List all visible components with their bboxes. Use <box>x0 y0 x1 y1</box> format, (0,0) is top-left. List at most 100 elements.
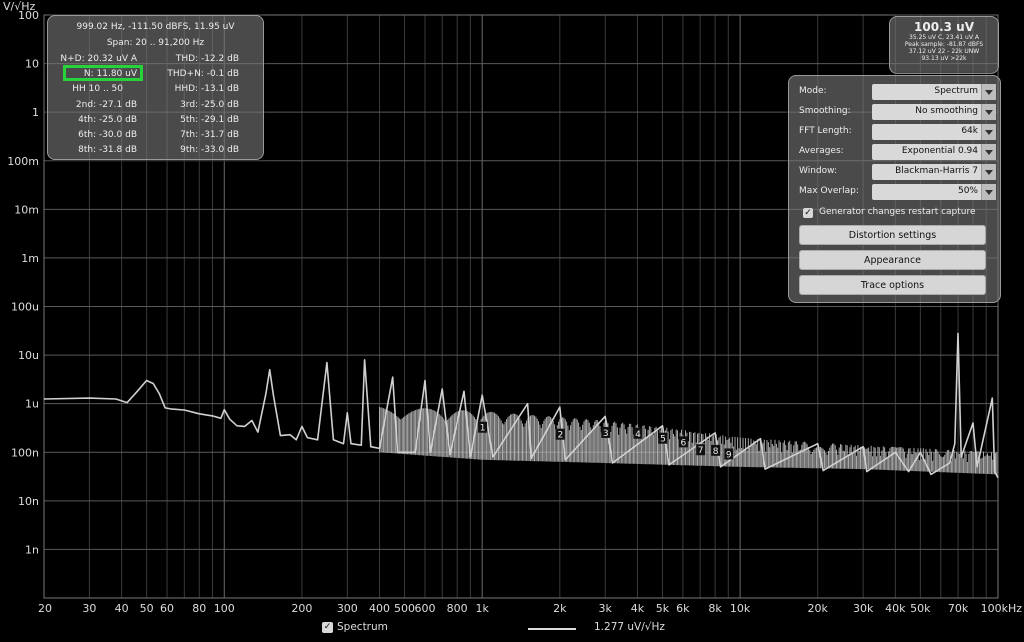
span-readout: Span: 20 .. 91,200 Hz <box>48 38 263 48</box>
info-left-cell: 4th: -25.0 dB <box>78 114 137 125</box>
x-tick-label: 600 <box>414 602 435 615</box>
x-tick-label: 800 <box>447 602 468 615</box>
info-right-cell: 9th: -33.0 dB <box>180 145 239 156</box>
y-tick-label: 10m <box>14 203 39 216</box>
chevron-down-icon[interactable] <box>981 124 996 140</box>
rms-detail-line: 35.25 uV C, 23.41 uV A <box>909 34 979 41</box>
x-tick-label: 6k <box>676 602 690 615</box>
setting-value: 50% <box>957 186 978 196</box>
x-tick-label: 8k <box>708 602 722 615</box>
rms-detail-line: Peak sample: -81.87 dBFS <box>904 41 984 48</box>
x-tick-label: 100kHz <box>981 602 1023 615</box>
appearance-button[interactable]: Appearance <box>799 250 986 270</box>
x-tick-labels: 20 30 40 50 60 80 100 200 300 400 500 600 800 1k 2k 3k 4… <box>38 602 1022 615</box>
rms-detail-line: 93.13 uV >22k <box>921 55 967 62</box>
setting-label: Max Overlap: <box>799 186 859 196</box>
spectrum-legend-value: 1.277 uV/√Hz <box>594 621 665 633</box>
setting-row: Averages: Exponential 0.94 <box>799 144 996 160</box>
harmonic-marker-label: 2 <box>557 431 563 441</box>
setting-value: Blackman-Harris 7 <box>895 166 978 176</box>
setting-select[interactable]: Spectrum <box>872 84 996 100</box>
x-tick-label: 200 <box>291 602 312 615</box>
x-tick-label: 40 <box>115 602 129 615</box>
x-tick-label: 3k <box>599 602 613 615</box>
info-left-cell: N+D: 20.32 uV A <box>60 54 137 64</box>
y-tick-label: 10 <box>25 58 39 71</box>
setting-value: 64k <box>961 126 978 136</box>
info-right-cell: 3rd: -25.0 dB <box>180 99 239 110</box>
harmonic-marker-label: 1 <box>480 424 486 434</box>
setting-select[interactable]: 50% <box>872 184 996 200</box>
y-axis-unit: V/√Hz <box>3 0 36 13</box>
settings-panel[interactable]: Mode: Spectrum Smoothing: No smoothing FFT L… <box>788 75 1001 303</box>
setting-row: Smoothing: No smoothing <box>799 104 996 120</box>
x-tick-label: 100 <box>214 602 235 615</box>
y-tick-label: 1n <box>25 543 39 556</box>
chevron-down-icon[interactable] <box>981 144 996 160</box>
setting-row: Max Overlap: 50% <box>799 184 996 200</box>
setting-label: Averages: <box>799 146 844 156</box>
x-tick-label: 60 <box>160 602 174 615</box>
x-tick-label: 80 <box>192 602 206 615</box>
y-tick-label: 100n <box>11 446 39 459</box>
trace-options-button[interactable]: Trace options <box>799 275 986 295</box>
harmonic-marker-label: 6 <box>681 438 687 448</box>
chevron-down-icon[interactable] <box>981 164 996 180</box>
y-tick-label: 1u <box>25 398 39 411</box>
chevron-down-icon[interactable] <box>981 104 996 120</box>
info-right-cell: 5th: -29.1 dB <box>180 114 239 125</box>
y-tick-label: 1 <box>32 106 39 119</box>
setting-label: Smoothing: <box>799 106 851 116</box>
rms-panel: 100.3 uV 35.25 uV C, 23.41 uV A Peak samp… <box>889 16 999 74</box>
setting-select[interactable]: Blackman-Harris 7 <box>872 164 996 180</box>
setting-value: Exponential 0.94 <box>901 146 978 156</box>
spectrum-legend-swatch <box>528 628 576 630</box>
info-left-cell: 8th: -31.8 dB <box>78 145 137 156</box>
setting-row: FFT Length: 64k <box>799 124 996 140</box>
x-tick-label: 4k <box>631 602 645 615</box>
info-right-cell: THD+N: -0.1 dB <box>167 69 239 80</box>
x-tick-label: 50 <box>140 602 154 615</box>
y-tick-label: 100u <box>11 301 39 314</box>
info-row: HH 10 .. 50 HHD: -13.1 dB <box>48 84 263 98</box>
info-right-cell: HHD: -13.1 dB <box>174 84 239 95</box>
rms-detail-lines: 35.25 uV C, 23.41 uV A Peak sample: -81.8… <box>890 34 998 62</box>
setting-select[interactable]: Exponential 0.94 <box>872 144 996 160</box>
x-tick-label: 20 <box>38 602 52 615</box>
setting-value: No smoothing <box>915 106 978 116</box>
span-label: Span: <box>106 38 133 48</box>
setting-label: Mode: <box>799 86 827 96</box>
x-tick-label: 2k <box>553 602 567 615</box>
x-tick-label: 400 <box>369 602 390 615</box>
x-tick-label: 20k <box>808 602 829 615</box>
span-value: 20 .. 91,200 Hz <box>135 38 205 48</box>
harmonic-marker-label: 8 <box>713 447 719 457</box>
info-left-cell: HH 10 .. 50 <box>72 84 123 95</box>
spectrum-legend-checkbox[interactable]: ✓ <box>322 622 333 633</box>
x-tick-label: 1k <box>475 602 489 615</box>
y-tick-label: 10u <box>18 349 39 362</box>
distortion-info-panel[interactable]: 999.02 Hz, -111.50 dBFS, 11.95 uV Span: … <box>47 15 264 160</box>
rms-detail-line: 37.12 uV 22 - 22k UNW <box>908 48 980 55</box>
harmonic-marker-label: 3 <box>603 429 609 439</box>
chevron-down-icon[interactable] <box>981 84 996 100</box>
x-tick-label: 30 <box>82 602 96 615</box>
y-tick-label: 1m <box>21 252 39 265</box>
rms-main-value: 100.3 uV <box>914 20 974 34</box>
generator-restart-checkbox[interactable]: ✓ <box>803 208 813 218</box>
info-row: 4th: -25.0 dB 5th: -29.1 dB <box>48 115 263 129</box>
setting-select[interactable]: No smoothing <box>872 104 996 120</box>
x-tick-label: 5k <box>656 602 670 615</box>
fundamental-readout: 999.02 Hz, -111.50 dBFS, 11.95 uV <box>76 22 235 32</box>
distortion-settings-button[interactable]: Distortion settings <box>799 225 986 245</box>
noise-highlight-box <box>63 65 143 81</box>
info-right-cell: 7th: -31.7 dB <box>180 130 239 140</box>
info-left-cell: 2nd: -27.1 dB <box>75 99 137 110</box>
harmonic-marker-label: 5 <box>660 435 666 445</box>
setting-label: FFT Length: <box>799 126 852 136</box>
x-tick-label: 70k <box>948 602 969 615</box>
x-tick-label: 50k <box>910 602 931 615</box>
y-tick-label: 100m <box>7 155 39 168</box>
setting-select[interactable]: 64k <box>872 124 996 140</box>
chevron-down-icon[interactable] <box>981 184 996 200</box>
